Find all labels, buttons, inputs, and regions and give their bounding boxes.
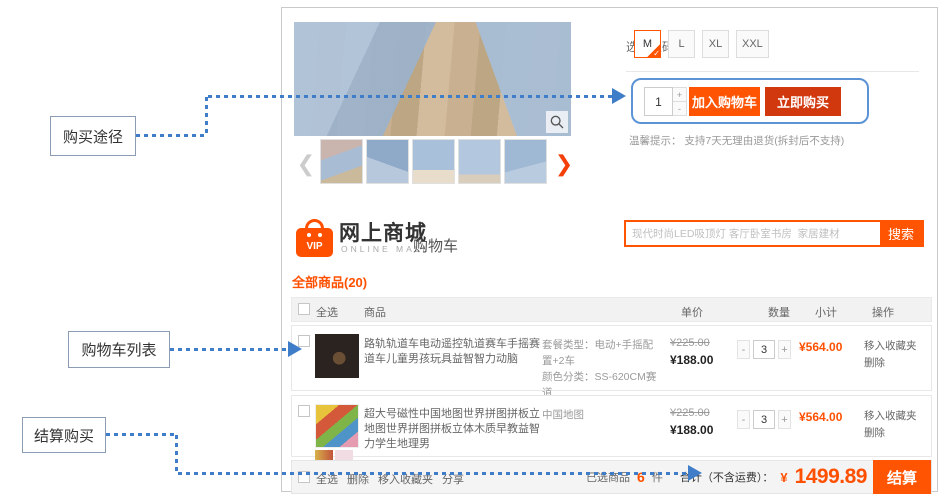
row-checkbox[interactable] bbox=[298, 405, 310, 417]
column-quantity: 数量 bbox=[768, 304, 790, 320]
purchase-tip: 温馨提示： 支持7天无理由退货(拆封后不支持) bbox=[629, 133, 844, 148]
product-specs: 套餐类型：电动+手摇配置+2车 颜色分类：SS-620CM赛道 bbox=[542, 337, 660, 401]
move-to-favorites-link[interactable]: 移入收藏夹 bbox=[864, 408, 917, 425]
column-actions: 操作 bbox=[872, 304, 894, 320]
search-bar: 搜索 bbox=[624, 220, 924, 247]
quantity-value[interactable]: 3 bbox=[753, 410, 775, 429]
search-input[interactable] bbox=[626, 222, 880, 245]
size-option-xxl[interactable]: XXL bbox=[736, 30, 769, 58]
product-title[interactable]: 路轨轨道车电动遥控轨道赛车手摇赛道车儿童男孩玩具益智智力动脑 bbox=[364, 337, 544, 367]
cart-section-title: 全部商品(20) bbox=[292, 272, 932, 299]
product-main-image bbox=[294, 22, 571, 136]
dotted-connector bbox=[175, 435, 178, 474]
increase-button[interactable]: + bbox=[778, 410, 791, 429]
decrease-button[interactable]: - bbox=[737, 340, 750, 359]
add-to-cart-button[interactable]: 加入购物车 bbox=[689, 87, 760, 116]
dotted-connector bbox=[136, 134, 207, 137]
bag-dot bbox=[307, 233, 311, 237]
quantity-stepper: + - bbox=[673, 87, 687, 116]
row-quantity-stepper: - 3 + bbox=[737, 340, 791, 359]
search-button[interactable]: 搜索 bbox=[880, 222, 922, 245]
dotted-connector bbox=[205, 97, 208, 137]
cart-row: 路轨轨道车电动遥控轨道赛车手摇赛道车儿童男孩玩具益智智力动脑 套餐类型：电动+手… bbox=[291, 325, 932, 391]
quantity-increase-button[interactable]: + bbox=[673, 87, 687, 102]
price-original: ¥225.00 bbox=[670, 407, 710, 419]
mall-logo-bag-icon: VIP bbox=[296, 219, 333, 257]
arrow-right-icon bbox=[612, 88, 626, 104]
size-option-l[interactable]: L bbox=[668, 30, 695, 58]
check-icon: ✓ bbox=[653, 49, 660, 58]
thumbnail[interactable] bbox=[320, 139, 363, 184]
divider bbox=[626, 71, 919, 72]
increase-button[interactable]: + bbox=[778, 340, 791, 359]
row-actions: 移入收藏夹 删除 bbox=[864, 408, 917, 442]
thumbnail[interactable] bbox=[458, 139, 501, 184]
annotation-label-purchase-path: 购买途径 bbox=[50, 116, 136, 156]
thumbnail[interactable] bbox=[412, 139, 455, 184]
gallery-prev-button[interactable]: ❮ bbox=[296, 149, 316, 179]
dotted-connector bbox=[170, 348, 288, 351]
zoom-image-button[interactable] bbox=[546, 111, 568, 133]
dotted-connector bbox=[106, 433, 177, 436]
annotation-label-cart-list: 购物车列表 bbox=[68, 331, 170, 368]
select-all-checkbox[interactable] bbox=[298, 303, 310, 315]
product-specs: 中国地图 bbox=[542, 407, 660, 423]
row-quantity-stepper: - 3 + bbox=[737, 410, 791, 429]
checkout-button[interactable]: 结算 bbox=[873, 460, 931, 494]
spec-line: 中国地图 bbox=[542, 407, 660, 423]
bag-dot bbox=[318, 233, 322, 237]
spec-line: 套餐类型：电动+手摇配置+2车 bbox=[542, 337, 660, 369]
delete-link[interactable]: 删除 bbox=[864, 355, 917, 372]
shop-panel: ❮ ❯ 选择尺码: M ✓ L XL XXL + - 加入购物车 立即购买 温馨… bbox=[281, 7, 938, 492]
row-subtotal: ¥564.00 bbox=[799, 410, 842, 424]
total-value: 1499.89 bbox=[795, 465, 867, 489]
size-options: M ✓ L XL XXL bbox=[634, 30, 769, 58]
arrow-right-icon bbox=[288, 341, 302, 357]
row-actions: 移入收藏夹 删除 bbox=[864, 338, 917, 372]
arrow-right-icon bbox=[688, 465, 702, 481]
product-image[interactable] bbox=[315, 334, 359, 378]
size-option-m[interactable]: M ✓ bbox=[634, 30, 661, 58]
quantity-decrease-button[interactable]: - bbox=[673, 102, 687, 116]
quantity-input[interactable] bbox=[644, 87, 673, 116]
column-select-all[interactable]: 全选 bbox=[316, 304, 338, 320]
page-title: 购物车 bbox=[413, 235, 458, 256]
cart-table-header: 全选 商品 单价 数量 小计 操作 bbox=[291, 297, 932, 322]
gallery-next-button[interactable]: ❯ bbox=[554, 149, 574, 179]
decrease-button[interactable]: - bbox=[737, 410, 750, 429]
price-current: ¥188.00 bbox=[670, 353, 713, 367]
column-unit-price: 单价 bbox=[681, 304, 703, 320]
cart-row: 超大号磁性中国地图世界拼图拼板立地图世界拼图拼板立体木质早教益智力学生地理男 中… bbox=[291, 395, 932, 457]
thumbnail[interactable] bbox=[504, 139, 547, 184]
dotted-connector bbox=[208, 95, 612, 98]
price-current: ¥188.00 bbox=[670, 423, 713, 437]
column-subtotal: 小计 bbox=[815, 304, 837, 320]
footer-summary: 已选商品 6 件 合计（不含运费）： ¥ 1499.89 bbox=[586, 461, 867, 493]
move-to-favorites-link[interactable]: 移入收藏夹 bbox=[864, 338, 917, 355]
column-product: 商品 bbox=[364, 304, 386, 320]
buy-now-button[interactable]: 立即购买 bbox=[765, 87, 841, 116]
annotation-label-checkout: 结算购买 bbox=[22, 417, 106, 453]
row-subtotal: ¥564.00 bbox=[799, 340, 842, 354]
delete-link[interactable]: 删除 bbox=[864, 425, 917, 442]
thumbnail[interactable] bbox=[366, 139, 409, 184]
total-currency: ¥ bbox=[780, 470, 787, 485]
size-option-xl[interactable]: XL bbox=[702, 30, 729, 58]
magnifier-icon bbox=[549, 114, 565, 130]
product-image[interactable] bbox=[315, 404, 359, 448]
price-original: ¥225.00 bbox=[670, 337, 710, 349]
cart-footer-bar: 全选 删除 移入收藏夹 分享 已选商品 6 件 合计（不含运费）： ¥ 1499… bbox=[291, 460, 932, 494]
product-title[interactable]: 超大号磁性中国地图世界拼图拼板立地图世界拼图拼板立体木质早教益智力学生地理男 bbox=[364, 407, 544, 452]
logo-vip-text: VIP bbox=[296, 241, 333, 252]
quantity-value[interactable]: 3 bbox=[753, 340, 775, 359]
thumbnail-strip bbox=[320, 139, 550, 184]
dotted-connector bbox=[178, 472, 688, 475]
